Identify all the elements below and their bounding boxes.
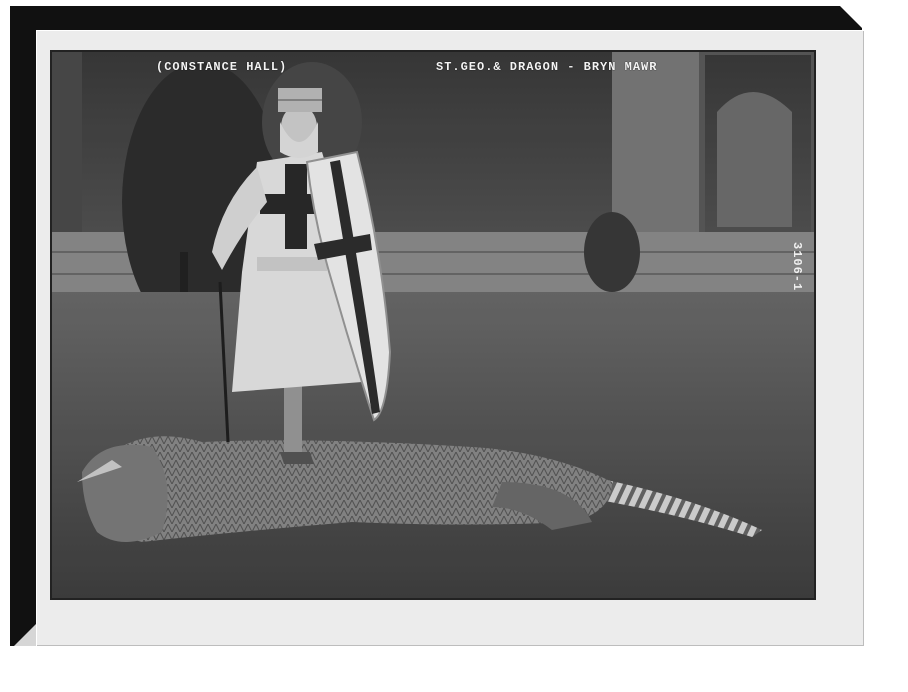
vintage-photograph: (CONSTANCE HALL) ST.GEO.& DRAGON - BRYN … xyxy=(50,50,816,600)
caption-location: (CONSTANCE HALL) xyxy=(156,60,288,74)
negative-number: 3106-1 xyxy=(790,242,804,292)
frame-corner xyxy=(840,6,862,28)
photo-scene xyxy=(52,52,814,598)
mat-bevel xyxy=(14,624,36,646)
caption-title: ST.GEO.& DRAGON - BRYN MAWR xyxy=(436,60,658,74)
